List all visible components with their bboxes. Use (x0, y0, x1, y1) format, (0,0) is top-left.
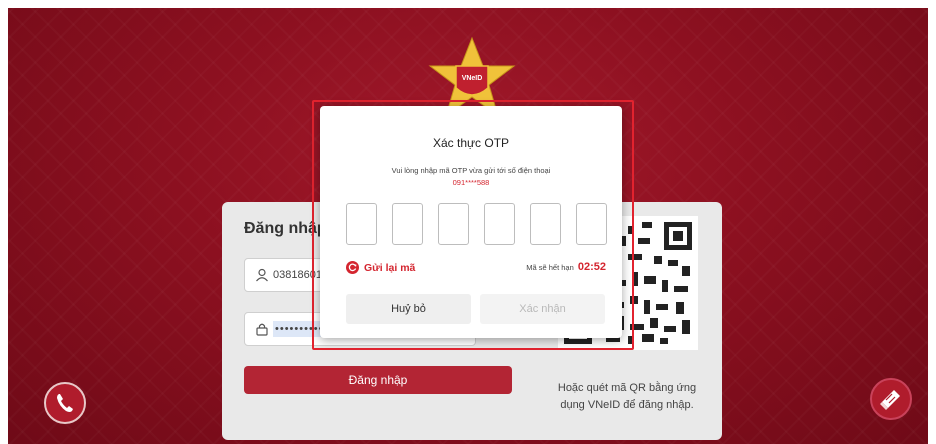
hotline-button[interactable] (44, 382, 86, 424)
otp-digit-4[interactable] (484, 203, 515, 245)
resend-label: Gửi lại mã (364, 262, 416, 274)
guide-button[interactable] (870, 378, 912, 420)
cancel-button[interactable]: Huỷ bỏ (346, 294, 471, 324)
expire-countdown: 02:52 (577, 261, 606, 273)
user-icon (256, 268, 268, 282)
expire-label: Mã sẽ hết hạn (526, 263, 574, 272)
otp-phone-number: 091****588 (452, 178, 490, 187)
otp-digit-3[interactable] (438, 203, 469, 245)
refresh-icon (346, 261, 359, 274)
otp-digit-1[interactable] (346, 203, 377, 245)
otp-digit-5[interactable] (530, 203, 561, 245)
svg-text:VNeID: VNeID (462, 75, 483, 82)
otp-modal-title: Xác thực OTP (432, 136, 510, 150)
otp-digit-2[interactable] (392, 203, 423, 245)
lock-icon (256, 323, 268, 336)
book-icon (880, 390, 900, 410)
otp-description: Vui lòng nhập mã OTP vừa gửi tới số điện… (391, 166, 551, 175)
otp-expiry: Mã sẽ hết hạn 02:52 (526, 261, 606, 273)
otp-modal: Xác thực OTP Vui lòng nhập mã OTP vừa gử… (320, 106, 622, 338)
login-button[interactable]: Đăng nhập (244, 366, 512, 394)
qr-instruction: Hoặc quét mã QR bằng ứng dụng VNeID để đ… (557, 382, 697, 411)
otp-digit-6[interactable] (576, 203, 607, 245)
confirm-button[interactable]: Xác nhận (480, 294, 605, 324)
phone-icon (57, 394, 73, 412)
